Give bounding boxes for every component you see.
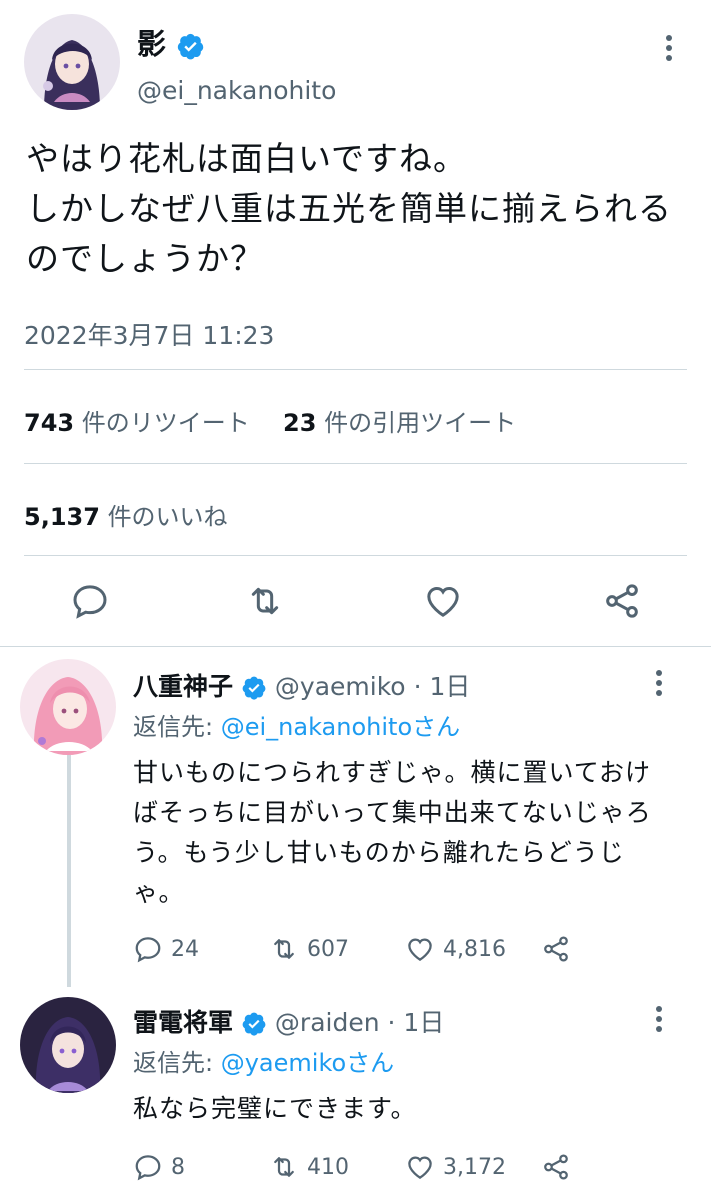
retweet-icon bbox=[274, 1157, 294, 1177]
more-options-icon[interactable] bbox=[647, 667, 671, 699]
reply-button[interactable]: 24 bbox=[133, 929, 199, 969]
reply-header: 八重神子 @yaemiko · 1日 bbox=[133, 667, 470, 703]
reply-to-mention[interactable]: @yaemiko bbox=[221, 1049, 346, 1077]
like-count: 3,172 bbox=[443, 1154, 506, 1180]
reply-time[interactable]: · 1日 bbox=[388, 1008, 445, 1037]
reply-icon[interactable] bbox=[70, 581, 110, 621]
reply-to-suffix: さん bbox=[346, 1049, 395, 1077]
main-tweet: 影 @ei_nakanohito やはり花札は面白いですね。 しかしなぜ八重は五… bbox=[0, 0, 711, 648]
author-avatar[interactable] bbox=[24, 14, 120, 110]
reply-to-prefix: 返信先: bbox=[133, 1049, 221, 1077]
reply-icon bbox=[135, 1155, 161, 1181]
verified-badge-icon bbox=[242, 1012, 266, 1036]
retweets-label: 件のリツイート bbox=[81, 409, 250, 437]
reply-to-prefix: 返信先: bbox=[133, 713, 221, 741]
reply-action-bar: 8 410 3,172 bbox=[133, 1147, 593, 1187]
share-icon bbox=[544, 936, 568, 962]
likes-label: 件のいいね bbox=[107, 503, 228, 531]
reply-time[interactable]: · 1日 bbox=[414, 672, 471, 701]
retweet-icon[interactable] bbox=[245, 581, 285, 621]
quotes-count: 23 bbox=[283, 409, 317, 437]
reply-action-bar: 24 607 4,816 bbox=[133, 929, 593, 969]
retweets-count: 743 bbox=[24, 409, 75, 437]
author-display-name: 影 bbox=[137, 27, 167, 61]
tweet-text: やはり花札は面白いですね。 しかしなぜ八重は五光を簡単に揃えられる のでしょうか… bbox=[26, 139, 672, 278]
reply-to-line: 返信先: @ei_nakanohitoさん bbox=[133, 707, 460, 742]
reply-button[interactable]: 8 bbox=[133, 1147, 185, 1187]
likes-stat[interactable]: 5,137 件のいいね bbox=[24, 497, 228, 532]
divider bbox=[24, 463, 687, 464]
reply-header: 雷電将軍 @raiden · 1日 bbox=[133, 1003, 444, 1039]
share-button[interactable] bbox=[541, 929, 571, 969]
more-options-icon[interactable] bbox=[647, 1003, 671, 1035]
reply-avatar[interactable] bbox=[20, 997, 116, 1093]
reply-handle[interactable]: @yaemiko bbox=[275, 672, 406, 701]
quotes-stat[interactable]: 23 件の引用ツイート bbox=[283, 409, 516, 437]
reply-to-mention[interactable]: @ei_nakanohito bbox=[221, 713, 412, 741]
reply-tweet[interactable]: 八重神子 @yaemiko · 1日 返信先: @ei_nakanohitoさん… bbox=[0, 647, 711, 987]
like-icon[interactable] bbox=[423, 581, 463, 621]
reply-icon bbox=[135, 937, 161, 963]
reply-to-suffix: さん bbox=[412, 713, 461, 741]
verified-badge-icon bbox=[242, 676, 266, 700]
reply-text: 私なら完璧にできます。 bbox=[133, 1094, 417, 1123]
reply-display-name[interactable]: 雷電将軍 bbox=[133, 1008, 233, 1037]
retweet-icon bbox=[274, 939, 294, 959]
like-icon bbox=[408, 938, 432, 961]
likes-count: 5,137 bbox=[24, 503, 100, 531]
reply-to-line: 返信先: @yaemikoさん bbox=[133, 1043, 394, 1078]
reply-count: 24 bbox=[171, 936, 199, 962]
retweet-button[interactable]: 607 bbox=[269, 929, 349, 969]
reply-handle[interactable]: @raiden bbox=[275, 1008, 380, 1037]
share-icon bbox=[544, 1154, 568, 1180]
author-name[interactable]: 影 bbox=[137, 27, 205, 61]
retweet-quote-stats: 743 件のリツイート 23 件の引用ツイート bbox=[24, 403, 516, 438]
retweet-count: 607 bbox=[307, 936, 349, 962]
reply-avatar[interactable] bbox=[20, 659, 116, 755]
retweet-count: 410 bbox=[307, 1154, 349, 1180]
tweet-timestamp[interactable]: 2022年3月7日 11:23 bbox=[24, 316, 274, 352]
retweets-stat[interactable]: 743 件のリツイート bbox=[24, 409, 250, 437]
avatar-yae-portrait-icon bbox=[20, 659, 116, 755]
thread-line bbox=[67, 749, 71, 987]
like-icon bbox=[408, 1156, 432, 1179]
like-button[interactable]: 3,172 bbox=[405, 1147, 506, 1187]
divider bbox=[24, 555, 687, 556]
share-button[interactable] bbox=[541, 1147, 571, 1187]
avatar-shogun-portrait-icon bbox=[20, 997, 116, 1093]
divider bbox=[24, 369, 687, 370]
verified-badge-icon bbox=[177, 33, 204, 59]
quotes-label: 件の引用ツイート bbox=[324, 409, 517, 437]
author-handle[interactable]: @ei_nakanohito bbox=[137, 76, 336, 105]
like-count: 4,816 bbox=[443, 936, 506, 962]
tweet-action-bar bbox=[0, 575, 711, 627]
reply-tweet[interactable]: 雷電将軍 @raiden · 1日 返信先: @yaemikoさん 私なら完璧に… bbox=[0, 987, 711, 1200]
share-icon[interactable] bbox=[602, 581, 642, 621]
like-button[interactable]: 4,816 bbox=[405, 929, 506, 969]
more-options-icon[interactable] bbox=[657, 32, 681, 64]
retweet-button[interactable]: 410 bbox=[269, 1147, 349, 1187]
reply-text: 甘いものにつられすぎじゃ。横に置いておけ ばそっちに目がいって集中出来てないじゃ… bbox=[133, 758, 652, 907]
reply-count: 8 bbox=[171, 1154, 185, 1180]
avatar-raiden-portrait-icon bbox=[24, 14, 120, 110]
reply-display-name[interactable]: 八重神子 bbox=[133, 672, 233, 701]
